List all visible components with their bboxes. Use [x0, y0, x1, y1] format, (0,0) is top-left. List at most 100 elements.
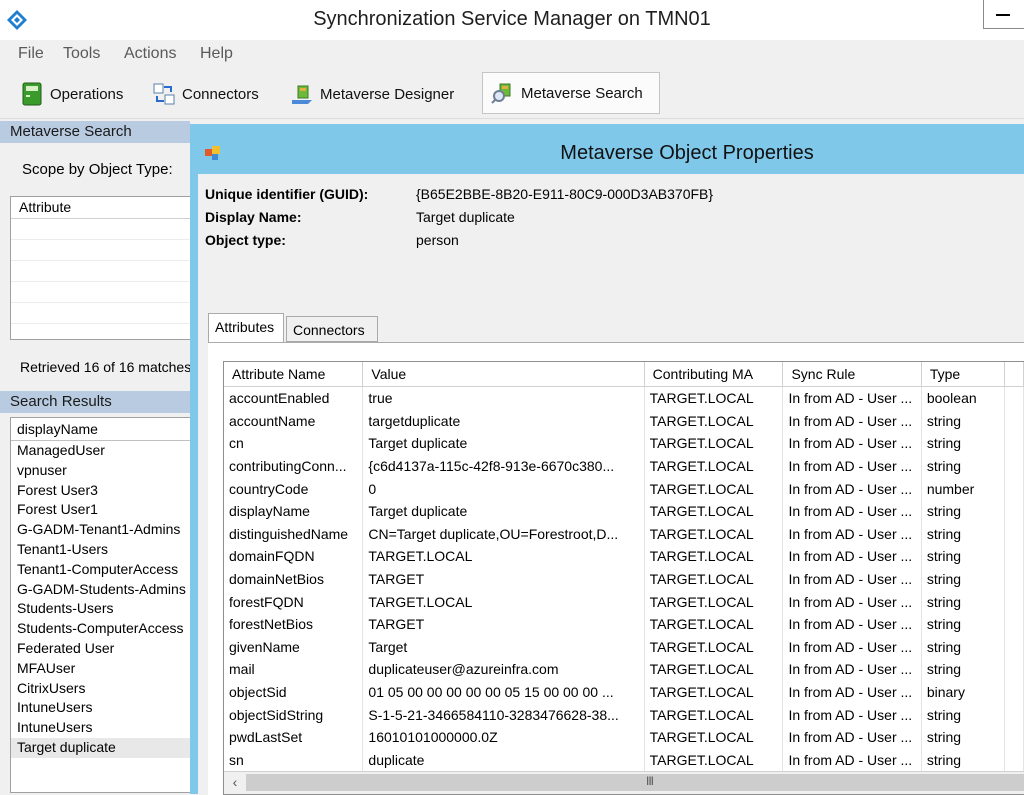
search-result-row[interactable]: G-GADM-Students-Admins [11, 580, 190, 600]
search-result-row[interactable]: Tenant1-ComputerAccess [11, 560, 190, 580]
value-cell: true [362, 386, 645, 410]
attribute-row[interactable]: givenName Target TARGET.LOCAL In from AD - … [224, 635, 1024, 659]
horizontal-scrollbar[interactable]: ‹ III [224, 771, 1024, 794]
attribute-name-cell: displayName [224, 499, 364, 523]
type-cell: string [921, 545, 1005, 568]
extra-cell [1004, 590, 1024, 613]
attribute-name-cell: pwdLastSet [224, 725, 364, 749]
search-result-row[interactable]: G-GADM-Tenant1-Admins [11, 520, 190, 540]
search-result-row[interactable]: Students-ComputerAccess [11, 619, 190, 639]
search-result-row[interactable]: Students-Users [11, 599, 190, 619]
menu-tools[interactable]: Tools [63, 45, 100, 63]
extra-cell [1004, 499, 1024, 523]
menu-bar: File Tools Actions Help [0, 40, 1024, 68]
sync-rule-cell: In from AD - User ... [782, 703, 922, 726]
contributing-ma-cell: TARGET.LOCAL [644, 477, 784, 500]
column-header-extra[interactable] [1004, 362, 1024, 387]
connectors-button[interactable]: Connectors [152, 74, 259, 114]
metaverse-search-label: Metaverse Search [521, 84, 643, 102]
tab-connectors[interactable]: Connectors [286, 316, 378, 342]
attribute-row[interactable]: contributingConn... {c6d4137a-115c-42f8-9… [224, 454, 1024, 478]
column-header-value[interactable]: Value [362, 362, 645, 387]
scrollbar-grip: III [646, 774, 654, 788]
value-cell: TARGET.LOCAL [362, 590, 645, 613]
attribute-name-cell: countryCode [224, 477, 364, 500]
attribute-name-cell: accountName [224, 409, 364, 433]
attribute-row[interactable]: forestNetBios TARGET TARGET.LOCAL In from A… [224, 612, 1024, 636]
search-results-list[interactable]: displayName ManagedUser vpnuser Forest Use… [10, 417, 190, 793]
minimize-button[interactable] [983, 0, 1024, 29]
attribute-name-cell: forestFQDN [224, 590, 364, 613]
menu-actions[interactable]: Actions [124, 45, 176, 63]
search-result-row[interactable]: Target duplicate [11, 737, 190, 758]
search-result-row[interactable]: MFAUser [11, 659, 190, 679]
attribute-name-cell: cn [224, 432, 364, 455]
attribute-row[interactable]: mail duplicateuser@azureinfra.com TARGET.L… [224, 658, 1024, 681]
column-header-sync-rule[interactable]: Sync Rule [782, 362, 922, 387]
attribute-column-header[interactable]: Attribute [11, 197, 190, 219]
value-cell: S-1-5-21-3466584110-3283476628-38... [362, 703, 645, 726]
attribute-row[interactable]: forestFQDN TARGET.LOCAL TARGET.LOCAL In fro… [224, 590, 1024, 613]
attribute-row [11, 282, 190, 303]
attribute-row[interactable]: pwdLastSet 16010101000000.0Z TARGET.LOCAL I… [224, 725, 1024, 749]
menu-file[interactable]: File [18, 45, 44, 63]
sync-rule-cell: In from AD - User ... [782, 567, 922, 591]
value-cell: 16010101000000.0Z [362, 725, 645, 749]
search-result-row[interactable]: Forest User1 [11, 500, 190, 520]
attribute-row[interactable]: domainNetBios TARGET TARGET.LOCAL In from A… [224, 567, 1024, 591]
column-header-contributing-ma[interactable]: Contributing MA [644, 362, 784, 387]
value-cell: duplicateuser@azureinfra.com [362, 658, 645, 681]
attribute-row[interactable]: displayName Target duplicate TARGET.LOCAL I… [224, 499, 1024, 523]
contributing-ma-cell: TARGET.LOCAL [644, 703, 784, 726]
menu-help[interactable]: Help [200, 45, 233, 63]
operations-icon [22, 82, 42, 106]
contributing-ma-cell: TARGET.LOCAL [644, 680, 784, 704]
metaverse-search-icon [491, 83, 511, 104]
value-cell: 0 [362, 477, 645, 500]
attribute-row[interactable]: accountEnabled true TARGET.LOCAL In from AD… [224, 386, 1024, 410]
search-result-row[interactable]: vpnuser [11, 461, 190, 481]
search-result-row[interactable]: ManagedUser [11, 441, 190, 461]
attributes-grid[interactable]: Attribute Name Value Contributing MA Syn… [223, 361, 1024, 795]
sync-rule-cell: In from AD - User ... [782, 432, 922, 455]
search-result-row[interactable]: IntuneUsers [11, 698, 190, 718]
attribute-row[interactable]: sn duplicate TARGET.LOCAL In from AD - User… [224, 748, 1024, 772]
search-result-row[interactable]: CitrixUsers [11, 679, 190, 699]
search-result-row[interactable]: Tenant1-Users [11, 540, 190, 560]
sync-rule-cell: In from AD - User ... [782, 612, 922, 636]
value-cell: CN=Target duplicate,OU=Forestroot,D... [362, 522, 645, 546]
metaverse-designer-button[interactable]: Metaverse Designer [290, 74, 454, 114]
attribute-row[interactable]: domainFQDN TARGET.LOCAL TARGET.LOCAL In fro… [224, 545, 1024, 568]
metaverse-designer-icon [292, 85, 312, 104]
attribute-row[interactable]: objectSid 01 05 00 00 00 00 00 05 15 00 0… [224, 680, 1024, 704]
sync-rule-cell: In from AD - User ... [782, 658, 922, 681]
attribute-row[interactable]: accountName targetduplicate TARGET.LOCAL In… [224, 409, 1024, 433]
toolbar: Operations Connectors Metaverse Designer… [0, 68, 1024, 119]
contributing-ma-cell: TARGET.LOCAL [644, 454, 784, 478]
attribute-name-cell: forestNetBios [224, 612, 364, 636]
attribute-grid[interactable]: Attribute [10, 196, 190, 340]
search-result-row[interactable]: IntuneUsers [11, 718, 190, 738]
attribute-name-cell: mail [224, 658, 364, 681]
attribute-row[interactable]: objectSidString S-1-5-21-3466584110-32834… [224, 703, 1024, 726]
scrollbar-thumb[interactable]: III [246, 774, 1024, 791]
contributing-ma-cell: TARGET.LOCAL [644, 748, 784, 772]
attribute-name-cell: sn [224, 748, 364, 772]
attribute-row[interactable]: cn Target duplicate TARGET.LOCAL In from AD… [224, 432, 1024, 455]
metaverse-search-button[interactable]: Metaverse Search [482, 72, 660, 114]
search-result-row[interactable]: Federated User [11, 639, 190, 659]
tab-attributes[interactable]: Attributes [208, 313, 284, 343]
results-column-header[interactable]: displayName [11, 418, 190, 441]
attributes-header-row: Attribute Name Value Contributing MA Syn… [224, 362, 1024, 387]
attribute-row[interactable]: countryCode 0 TARGET.LOCAL In from AD - Use… [224, 477, 1024, 500]
attribute-row[interactable]: distinguishedName CN=Target duplicate,OU=… [224, 522, 1024, 546]
operations-button[interactable]: Operations [20, 74, 123, 114]
attribute-row [11, 261, 190, 282]
attribute-name-cell: domainNetBios [224, 567, 364, 591]
scroll-left-arrow-icon[interactable]: ‹ [226, 773, 244, 791]
search-result-row[interactable]: Forest User3 [11, 481, 190, 501]
column-header-attribute-name[interactable]: Attribute Name [224, 362, 364, 387]
metaverse-object-properties-dialog: Metaverse Object Properties Unique ident… [190, 124, 1024, 795]
contributing-ma-cell: TARGET.LOCAL [644, 635, 784, 659]
column-header-type[interactable]: Type [921, 362, 1005, 387]
